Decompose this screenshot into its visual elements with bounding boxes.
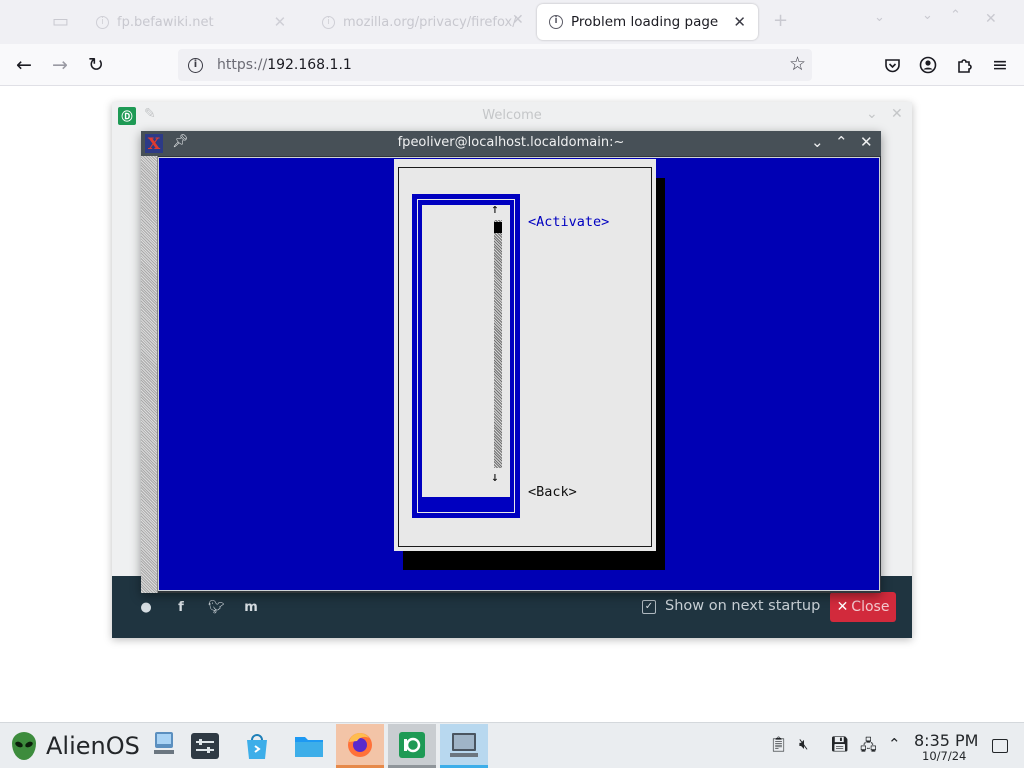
hamburger-menu-icon[interactable]: ≡ [987, 52, 1013, 78]
browser-nav-bar: ← → ↻ i https://192.168.1.1 ☆ ≡ [0, 44, 1024, 86]
scroll-down-arrow-icon[interactable]: ↓ [491, 470, 499, 485]
scroll-up-arrow-icon[interactable]: ↑ [491, 202, 499, 217]
terminal-window: X 📌︎ fpeoliver@localhost.localdomain:~ ⌄… [141, 131, 881, 593]
maximize-icon[interactable]: ⌃ [950, 8, 961, 23]
new-tab-icon[interactable]: + [773, 10, 788, 31]
show-on-startup-checkbox[interactable]: ✓ [642, 600, 656, 614]
firefox-view-icon[interactable]: ▭ [52, 11, 69, 32]
pocket-icon[interactable] [879, 52, 905, 78]
start-label: AlienOS [46, 732, 140, 760]
taskbar-welcome-app-icon[interactable] [388, 724, 436, 768]
minimize-icon[interactable]: ⌄ [866, 106, 878, 122]
taskbar: AlienOS 📋︎ 🔇︎ 💾︎ 🖧︎ ⌃ 8:35 PM 10/7/24 [0, 722, 1024, 768]
terminal-screen[interactable]: ↑ ↓ <Activate> <Back> [158, 157, 880, 591]
tab-list-chevron-icon[interactable]: ⌄ [874, 10, 885, 25]
bookmark-star-icon[interactable]: ☆ [789, 53, 806, 75]
terminal-scrollbar[interactable] [141, 156, 158, 593]
storage-icon[interactable]: 💾︎ [830, 735, 849, 753]
browser-tab-bar: ▭ i fp.befawiki.net ✕ i mozilla.org/priv… [0, 0, 1024, 44]
reload-icon[interactable]: ↻ [83, 52, 109, 78]
welcome-titlebar[interactable]: Ⓓ ✎ Welcome ⌄ ✕ [112, 102, 912, 130]
url-bar[interactable]: i https://192.168.1.1 ☆ [178, 49, 812, 81]
show-desktop-icon[interactable] [992, 739, 1008, 753]
tab-fp-befawiki[interactable]: i fp.befawiki.net ✕ [96, 8, 286, 36]
minimize-icon[interactable]: ⌄ [811, 133, 824, 151]
close-window-icon[interactable]: ✕ [985, 11, 997, 27]
terminal-titlebar[interactable]: X 📌︎ fpeoliver@localhost.localdomain:~ ⌄… [141, 131, 881, 156]
taskbar-settings-icon[interactable] [181, 724, 229, 768]
facebook-icon[interactable]: f [173, 600, 189, 616]
close-tab-icon[interactable]: ✕ [274, 13, 287, 31]
tab-label: fp.befawiki.net [117, 14, 214, 30]
site-info-icon[interactable]: i [188, 57, 203, 73]
clock-date[interactable]: 10/7/24 [922, 749, 966, 763]
clipboard-icon[interactable]: 📋︎ [769, 735, 788, 753]
close-tab-icon[interactable]: ✕ [512, 12, 524, 28]
list-scrollbar-thumb[interactable] [494, 222, 502, 233]
network-disconnected-icon[interactable]: 🖧︎ [860, 735, 877, 760]
close-icon[interactable]: ✕ [891, 106, 903, 122]
taskbar-store-icon[interactable] [233, 724, 281, 768]
start-menu-button[interactable]: AlienOS [12, 731, 140, 761]
mastodon-icon[interactable]: m [243, 600, 259, 616]
taskbar-files-icon[interactable] [285, 724, 333, 768]
url-scheme: https:// [217, 57, 268, 73]
close-tab-icon[interactable]: ✕ [733, 13, 746, 31]
taskbar-computer-icon[interactable] [150, 724, 178, 768]
close-icon[interactable]: ✕ [860, 133, 873, 151]
tab-label: mozilla.org/privacy/firefox/ [343, 14, 517, 30]
close-button-label: Close [851, 599, 890, 615]
tray-expand-icon[interactable]: ⌃ [888, 735, 901, 753]
connection-list-border: ↑ ↓ [417, 199, 515, 513]
alien-logo-icon [12, 732, 36, 760]
url-host: 192.168.1.1 [267, 57, 352, 73]
account-icon[interactable] [915, 52, 941, 78]
list-scrollbar-track[interactable] [494, 220, 502, 468]
info-icon: i [96, 15, 109, 29]
clock-time[interactable]: 8:35 PM [914, 731, 978, 750]
tab-mozilla-privacy[interactable]: i mozilla.org/privacy/firefox/ [322, 8, 522, 36]
info-icon: i [549, 15, 563, 29]
close-button[interactable]: ✕ Close [830, 592, 896, 622]
terminal-title: fpeoliver@localhost.localdomain:~ [397, 135, 625, 150]
connection-list-box[interactable]: ↑ ↓ [412, 194, 520, 518]
tab-problem-loading[interactable]: i Problem loading page ✕ [537, 4, 758, 40]
tab-label: Problem loading page [571, 14, 719, 30]
reddit-icon[interactable]: ● [138, 600, 154, 616]
info-icon: i [322, 15, 335, 29]
twitter-icon[interactable]: 🐦︎ [208, 600, 225, 616]
forward-arrow-icon[interactable]: → [47, 52, 73, 78]
welcome-title: Welcome [482, 108, 542, 123]
close-x-icon: ✕ [836, 599, 849, 615]
minimize-icon[interactable]: ⌄ [922, 8, 933, 23]
activate-button[interactable]: <Activate> [528, 214, 609, 230]
back-arrow-icon[interactable]: ← [11, 52, 37, 78]
show-on-startup-label: Show on next startup [665, 598, 821, 614]
volume-muted-icon[interactable]: 🔇︎ [799, 735, 808, 753]
taskbar-firefox-icon[interactable] [336, 724, 384, 768]
extensions-puzzle-icon[interactable] [951, 52, 977, 78]
maximize-icon[interactable]: ⌃ [835, 133, 848, 151]
back-button[interactable]: <Back> [528, 484, 577, 500]
taskbar-terminal-icon[interactable] [440, 724, 488, 768]
tui-dialog: ↑ ↓ <Activate> <Back> [394, 159, 656, 551]
